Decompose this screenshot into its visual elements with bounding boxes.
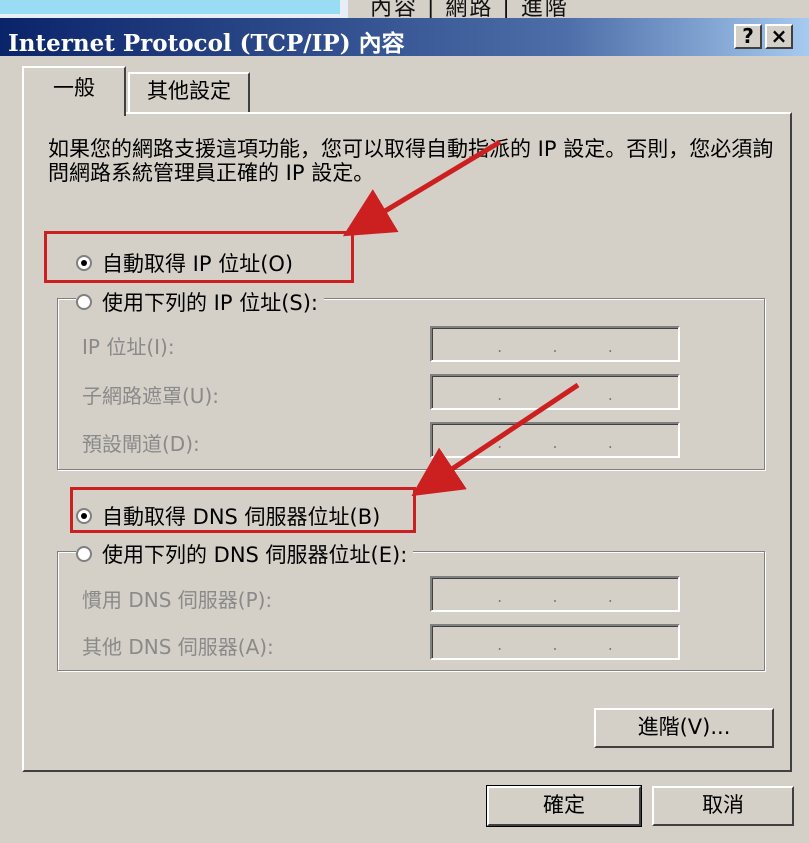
ip-address-label: IP 位址(I): xyxy=(82,335,175,359)
ip-dot: . xyxy=(497,385,503,404)
help-button[interactable]: ? xyxy=(734,24,762,49)
alternate-dns-label: 其他 DNS 伺服器(A): xyxy=(82,635,274,659)
ip-dot: . xyxy=(552,433,558,452)
preferred-dns-input[interactable]: . . . xyxy=(430,576,680,612)
subnet-mask-input[interactable]: . . . xyxy=(430,374,680,410)
tab-alternate-configuration[interactable]: 其他設定 xyxy=(128,72,250,112)
background-highlight xyxy=(0,0,340,14)
cancel-button[interactable]: 取消 xyxy=(652,786,794,826)
ip-dot: . xyxy=(552,385,558,404)
default-gateway-input[interactable]: . . . xyxy=(430,422,680,458)
annotation-box-auto-dns xyxy=(70,487,416,533)
ip-dot: . xyxy=(607,587,613,606)
annotation-box-auto-ip xyxy=(44,231,354,283)
preferred-dns-label: 慣用 DNS 伺服器(P): xyxy=(82,588,273,612)
manual-dns-radio[interactable]: 使用下列的 DNS 伺服器位址(E): xyxy=(76,539,414,569)
radio-unchecked-icon xyxy=(76,546,92,562)
ip-address-input[interactable]: . . . xyxy=(430,326,680,362)
ip-dot: . xyxy=(552,587,558,606)
manual-ip-label: 使用下列的 IP 位址(S): xyxy=(102,291,318,315)
ip-dot: . xyxy=(607,385,613,404)
ip-dot: . xyxy=(607,433,613,452)
close-button[interactable]: × xyxy=(765,24,793,49)
background-window-strip: 內容 | 網路 | 進階 xyxy=(0,0,809,18)
ip-dot: . xyxy=(607,337,613,356)
ip-dot: . xyxy=(607,635,613,654)
advanced-button[interactable]: 進階(V)... xyxy=(594,708,774,748)
ok-button[interactable]: 確定 xyxy=(486,785,642,827)
radio-unchecked-icon xyxy=(76,294,92,310)
ip-dot: . xyxy=(497,433,503,452)
ip-dot: . xyxy=(497,337,503,356)
manual-ip-radio[interactable]: 使用下列的 IP 位址(S): xyxy=(76,287,324,317)
tab-general[interactable]: 一般 xyxy=(22,66,126,116)
manual-dns-label: 使用下列的 DNS 伺服器位址(E): xyxy=(102,543,408,567)
title-bar[interactable]: Internet Protocol (TCP/IP) 內容 ? × xyxy=(0,18,809,57)
default-gateway-label: 預設閘道(D): xyxy=(82,432,200,456)
subnet-mask-label: 子網路遮罩(U): xyxy=(82,384,219,408)
ip-dot: . xyxy=(497,587,503,606)
ip-dot: . xyxy=(497,635,503,654)
background-window-text: 內容 | 網路 | 進階 xyxy=(370,0,569,18)
window-title: Internet Protocol (TCP/IP) 內容 xyxy=(8,30,405,57)
description-text: 如果您的網路支援這項功能，您可以取得自動指派的 IP 設定。否則，您必須詢問網路… xyxy=(48,137,774,185)
alternate-dns-input[interactable]: . . . xyxy=(430,624,680,660)
ip-dot: . xyxy=(552,337,558,356)
ip-dot: . xyxy=(552,635,558,654)
